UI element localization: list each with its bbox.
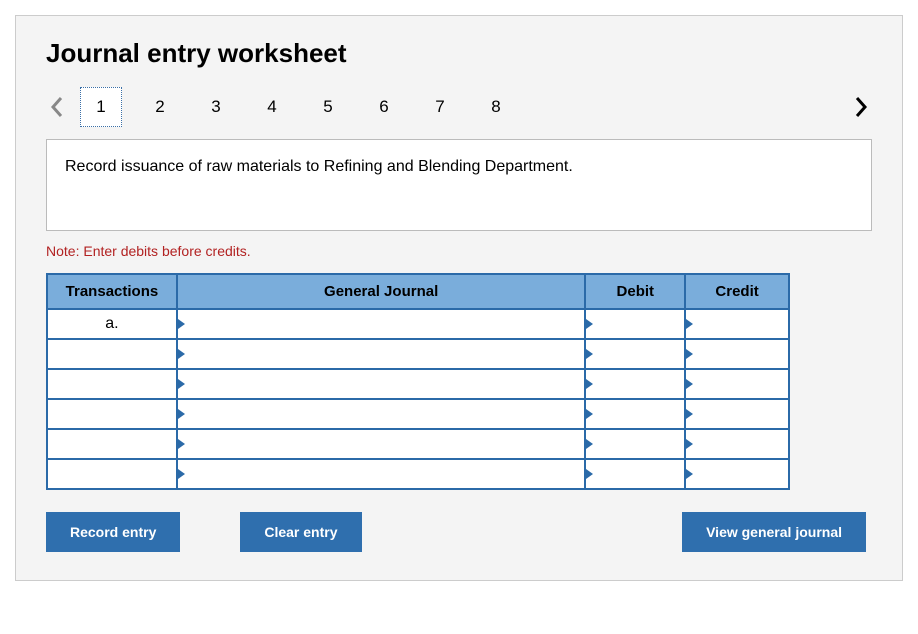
- journal-table: Transactions General Journal Debit Credi…: [46, 273, 790, 490]
- transaction-cell: [47, 369, 177, 399]
- table-row: [47, 399, 789, 429]
- prompt-box: Record issuance of raw materials to Refi…: [46, 139, 872, 231]
- credit-cell[interactable]: [685, 309, 789, 339]
- transaction-cell: [47, 399, 177, 429]
- header-general-journal: General Journal: [177, 274, 586, 309]
- credit-cell[interactable]: [685, 459, 789, 489]
- table-row: [47, 369, 789, 399]
- page-number-7[interactable]: 7: [412, 87, 468, 127]
- chevron-right-icon[interactable]: [850, 96, 872, 118]
- debit-cell[interactable]: [585, 339, 685, 369]
- header-debit: Debit: [585, 274, 685, 309]
- transaction-cell: [47, 459, 177, 489]
- header-transactions: Transactions: [47, 274, 177, 309]
- page-number-3[interactable]: 3: [188, 87, 244, 127]
- page-number-5[interactable]: 5: [300, 87, 356, 127]
- credit-cell[interactable]: [685, 369, 789, 399]
- general-journal-cell[interactable]: [177, 429, 586, 459]
- table-row: [47, 459, 789, 489]
- note-text: Note: Enter debits before credits.: [46, 243, 872, 259]
- transaction-cell: [47, 339, 177, 369]
- page-number-list: 1 2 3 4 5 6 7 8: [80, 87, 524, 127]
- page-number-4[interactable]: 4: [244, 87, 300, 127]
- page-number-2[interactable]: 2: [132, 87, 188, 127]
- general-journal-cell[interactable]: [177, 369, 586, 399]
- general-journal-cell[interactable]: [177, 399, 586, 429]
- debit-cell[interactable]: [585, 429, 685, 459]
- general-journal-cell[interactable]: [177, 459, 586, 489]
- debit-cell[interactable]: [585, 459, 685, 489]
- table-row: [47, 339, 789, 369]
- button-row: Record entry Clear entry View general jo…: [46, 512, 866, 552]
- chevron-left-icon[interactable]: [46, 96, 68, 118]
- debit-cell[interactable]: [585, 369, 685, 399]
- credit-cell[interactable]: [685, 429, 789, 459]
- view-general-journal-button[interactable]: View general journal: [682, 512, 866, 552]
- worksheet-panel: Journal entry worksheet 1 2 3 4 5 6 7 8 …: [15, 15, 903, 581]
- debit-cell[interactable]: [585, 309, 685, 339]
- table-row: a.: [47, 309, 789, 339]
- credit-cell[interactable]: [685, 399, 789, 429]
- page-title: Journal entry worksheet: [46, 38, 872, 69]
- page-number-1[interactable]: 1: [80, 87, 122, 127]
- clear-entry-button[interactable]: Clear entry: [240, 512, 361, 552]
- pager: 1 2 3 4 5 6 7 8: [46, 85, 872, 129]
- record-entry-button[interactable]: Record entry: [46, 512, 180, 552]
- header-credit: Credit: [685, 274, 789, 309]
- debit-cell[interactable]: [585, 399, 685, 429]
- prompt-text: Record issuance of raw materials to Refi…: [65, 158, 573, 175]
- transaction-cell: [47, 429, 177, 459]
- table-row: [47, 429, 789, 459]
- page-number-8[interactable]: 8: [468, 87, 524, 127]
- page-number-6[interactable]: 6: [356, 87, 412, 127]
- general-journal-cell[interactable]: [177, 339, 586, 369]
- general-journal-cell[interactable]: [177, 309, 586, 339]
- credit-cell[interactable]: [685, 339, 789, 369]
- transaction-cell: a.: [47, 309, 177, 339]
